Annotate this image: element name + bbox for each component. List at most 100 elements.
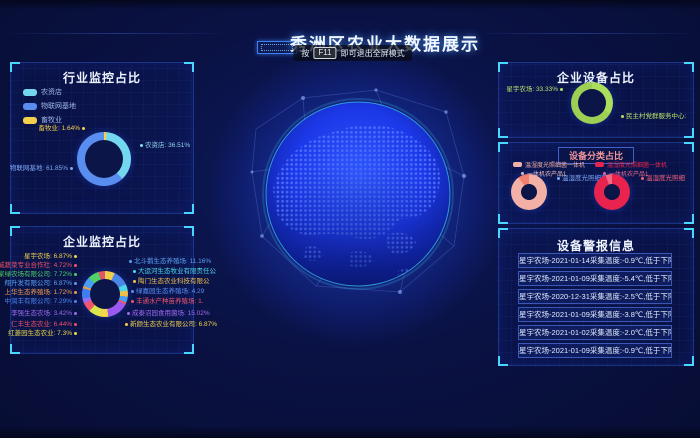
callout-text: 丰通水产种苗养殖场: 1.: [136, 298, 204, 305]
enterprise-label-left-4: 上华生态养殖场: 1.72%: [4, 289, 77, 296]
corner-decoration: [684, 356, 694, 366]
equipment-label-minzhucun: 民主村党群服务中心:: [621, 113, 686, 120]
category-right-legend-item-0[interactable]: 温湿度光照细菌一体机: [595, 160, 667, 169]
industry-label-livestock: 畜牧业: 1.64%: [38, 125, 85, 132]
callout-dot: [133, 280, 136, 283]
corner-decoration: [684, 214, 694, 224]
enterprise-donut-chart[interactable]: [82, 271, 128, 317]
callout-text: 农资店: 36.51%: [145, 142, 190, 149]
callout-text: 和诚蔬菜专业合作社: 4.72%: [0, 262, 72, 269]
callout-dot: [127, 312, 130, 315]
callout-dot: [641, 177, 644, 180]
enterprise-label-left-3: 翔升发有限公司: 6.87%: [4, 280, 77, 287]
legend-label: 物联网基地: [41, 101, 76, 111]
bottom-vignette: [0, 426, 700, 438]
corner-decoration: [498, 128, 508, 138]
corner-decoration: [498, 214, 508, 224]
alarm-row: 星宇农场-2021-01-14采集温度:-0.9℃,低于下限:0℃: [518, 253, 672, 268]
top-vignette: [0, 0, 700, 10]
callout-text: 星宇农场: 6.87%: [24, 253, 72, 260]
callout-text: 物联网基地: 61.85%: [10, 165, 68, 172]
callout-dot: [74, 323, 77, 326]
legend-label: 农资店: [41, 87, 62, 97]
callout-dot: [74, 332, 77, 335]
f11-key: F11: [313, 47, 336, 59]
callout-text: 温湿度光照细: [646, 175, 685, 182]
equipment-label-xingyu: 星宇农场: 33.33%: [506, 86, 563, 93]
callout-text: 绿嘉园生态养殖场: 4.29: [136, 288, 204, 295]
callout-dot: [560, 88, 563, 91]
alarm-row: 星宇农场-2021-01-09采集温度:-0.9℃,低于下限:0℃: [518, 343, 672, 358]
callout-dot: [557, 177, 560, 180]
legend-swatch: [513, 162, 522, 167]
callout-text: 陶门生态农业科技有限公: [138, 278, 210, 285]
legend-item-xumuye[interactable]: 畜牧业: [23, 115, 76, 125]
callout-dot: [74, 255, 77, 258]
donut-hole: [85, 140, 123, 178]
panel-equipment: 企业设备占比 星宇农场: 33.33% 民主村党群服务中心:: [498, 62, 694, 138]
legend-swatch: [23, 89, 37, 96]
callout-dot: [133, 270, 136, 273]
enterprise-label-right-4: 丰通水产种苗养殖场: 1.: [131, 298, 204, 305]
callout-text: 翔升发有限公司: 6.87%: [4, 280, 72, 287]
callout-text: 北斗鹅生态养殖场: 11.16%: [134, 258, 211, 265]
callout-text: 仁丰生态农业: 6.44%: [11, 321, 72, 328]
enterprise-label-left-1: 和诚蔬菜专业合作社: 4.72%: [0, 262, 77, 269]
equipment-donut-chart[interactable]: [571, 82, 613, 124]
legend-label: 畜牧业: [41, 115, 62, 125]
legend-label: 温湿度光照细菌一体机: [525, 160, 585, 169]
enterprise-label-left-7: 仁丰生态农业: 6.44%: [11, 321, 77, 328]
hint-prefix: 按: [301, 48, 309, 59]
callout-dot: [74, 282, 77, 285]
legend-item-nongzidian[interactable]: 农资店: [23, 87, 76, 97]
corner-decoration: [10, 204, 20, 214]
callout-dot: [125, 323, 128, 326]
category-left-legend-item-0[interactable]: 温湿度光照细菌一体机: [513, 160, 585, 169]
callout-text: 李强生态农场: 3.42%: [11, 310, 72, 317]
callout-dot: [70, 167, 73, 170]
callout-dot: [74, 312, 77, 315]
enterprise-label-right-5: 成泰沼园食用菌场: 15.02%: [127, 310, 210, 317]
donut-hole: [578, 89, 606, 117]
callout-text: 畜牧业: 1.64%: [38, 125, 80, 132]
callout-dot: [74, 273, 77, 276]
legend-item-wulianwang[interactable]: 物联网基地: [23, 101, 76, 111]
callout-text: 中润丰有限公司: 7.29%: [4, 298, 72, 305]
industry-legend: 农资店 物联网基地 畜牧业: [23, 83, 76, 125]
category-donut-right[interactable]: [594, 174, 630, 210]
enterprise-label-left-0: 星宇农场: 6.87%: [24, 253, 77, 260]
donut-hole: [90, 279, 120, 309]
corner-decoration: [684, 142, 694, 152]
callout-dot: [74, 300, 77, 303]
enterprise-label-right-2: 陶门生态农业科技有限公: [133, 278, 210, 285]
enterprise-label-left-5: 中润丰有限公司: 7.29%: [4, 298, 77, 305]
category-callout-right: 温湿度光照细: [641, 175, 685, 182]
donut-hole: [604, 184, 620, 200]
header: 秀洲区农业大数据展示: [0, 14, 700, 44]
callout-dot: [131, 300, 134, 303]
corner-decoration: [184, 204, 194, 214]
enterprise-label-left-6: 李强生态农场: 3.42%: [11, 310, 77, 317]
enterprise-label-right-1: 大运河生态牧业有限责任公: [133, 268, 216, 275]
enterprise-label-right-6: 新颜生态农业有限公司: 6.87%: [125, 321, 217, 328]
industry-label-iot: 物联网基地: 61.85%: [10, 165, 73, 172]
enterprise-panel-title: 企业监控占比: [11, 227, 193, 250]
enterprise-label-left-2: 家绿农场有限公司: 7.72%: [0, 271, 77, 278]
callout-text: 星宇农场: 33.33%: [506, 86, 558, 93]
callout-dot: [621, 115, 624, 118]
corner-decoration: [498, 142, 508, 152]
legend-swatch: [595, 162, 604, 167]
callout-text: 民主村党群服务中心:: [626, 113, 686, 120]
corner-decoration: [498, 356, 508, 366]
alarm-panel-title: 设备警报信息: [499, 229, 693, 254]
enterprise-label-right-0: 北斗鹅生态养殖场: 11.16%: [129, 258, 211, 265]
category-donut-left[interactable]: [511, 174, 547, 210]
corner-decoration: [684, 128, 694, 138]
enterprise-label-left-8: 红菱园生态农业: 7.3%: [8, 330, 77, 337]
industry-donut-chart[interactable]: [77, 132, 131, 186]
corner-decoration: [10, 344, 20, 354]
globe-graphic: [248, 84, 468, 304]
callout-text: 上华生态养殖场: 1.72%: [4, 289, 72, 296]
industry-label-store: 农资店: 36.51%: [140, 142, 190, 149]
callout-text: 新颜生态农业有限公司: 6.87%: [130, 321, 217, 328]
